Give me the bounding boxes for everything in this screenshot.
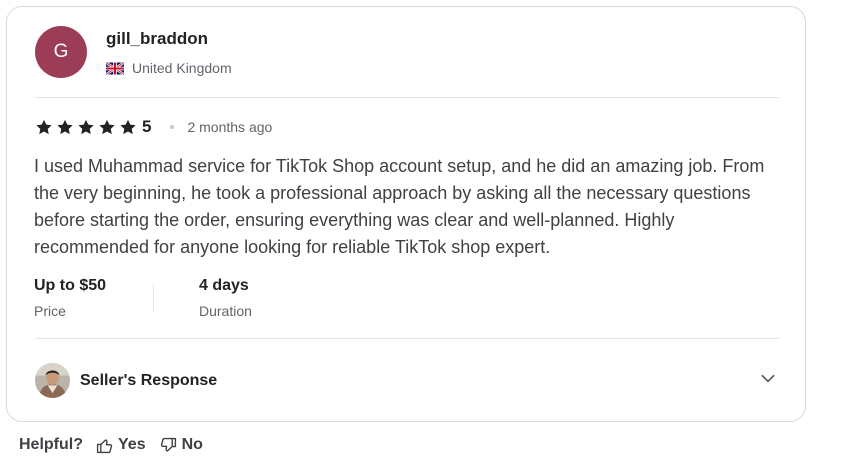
price-label: Price [34,303,66,319]
helpful-yes-button[interactable]: Yes [96,436,146,454]
helpful-row: Helpful? Yes No [19,436,203,454]
reviewer-avatar: G [35,26,87,78]
price-value: Up to $50 [34,277,107,294]
reviewer-username[interactable]: gill_braddon [106,29,208,49]
reviewer-initial: G [53,41,69,62]
review-time: 2 months ago [187,119,273,135]
star-icon [57,119,73,134]
divider [35,97,779,98]
order-meta: Up to $50 Price 4 days Duration [34,277,252,319]
thumbs-down-icon [160,437,176,452]
price-info: Up to $50 Price [34,277,153,319]
review-card: G gill_braddon United Kingdom 5 2 months… [6,6,806,422]
reviewer-country: United Kingdom [106,60,232,76]
helpful-no-label: No [181,436,203,453]
helpful-question: Helpful? [19,436,83,453]
rating-value: 5 [142,117,152,136]
seller-response-label: Seller's Response [80,371,218,389]
star-icon [78,119,94,134]
chevron-down-icon[interactable] [759,369,777,387]
star-icon [36,119,52,134]
uk-flag-icon [106,61,124,75]
duration-info: 4 days Duration [154,277,252,319]
star-icon [120,119,136,134]
rating-row: 5 2 months ago [34,117,272,137]
helpful-yes-label: Yes [118,436,146,453]
duration-value: 4 days [199,277,249,294]
seller-response-toggle[interactable]: Seller's Response [35,363,217,398]
duration-label: Duration [199,303,252,319]
separator-dot [170,125,175,129]
seller-avatar [35,363,70,398]
star-icon [99,119,115,134]
country-name: United Kingdom [132,60,232,76]
thumbs-up-icon [96,438,113,453]
helpful-no-button[interactable]: No [160,436,203,454]
divider [35,338,779,339]
review-text: I used Muhammad service for TikTok Shop … [34,156,765,257]
star-rating [34,118,138,137]
